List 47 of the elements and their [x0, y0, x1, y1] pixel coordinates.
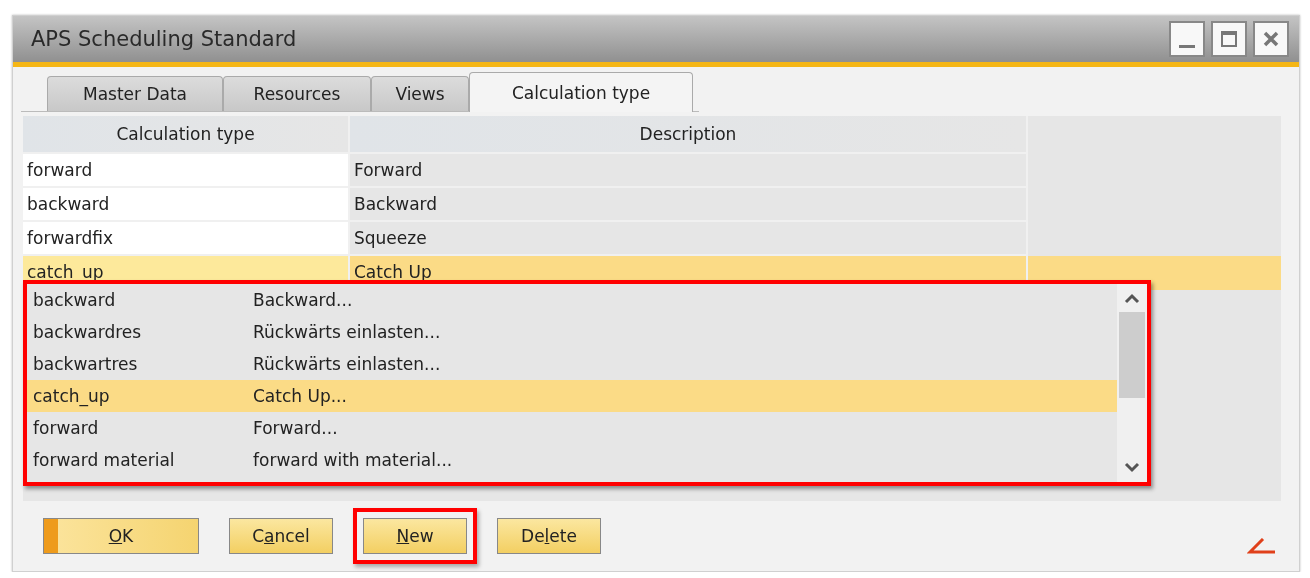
item-description: Rückwärts einlasten... — [253, 354, 441, 374]
tab[interactable]: Master Data — [47, 76, 223, 111]
tab[interactable]: Views — [371, 76, 469, 111]
scroll-thumb[interactable] — [1119, 312, 1145, 398]
item-code: backward — [32, 290, 117, 310]
item-description: forward with material... — [253, 450, 453, 470]
item-code: forward material — [32, 450, 176, 470]
table-row[interactable]: forwardfix Squeeze — [23, 222, 1281, 256]
table-cell: forward — [23, 154, 350, 188]
dialog-button[interactable]: Cancel — [229, 518, 333, 554]
corner-mark-icon — [1247, 538, 1277, 554]
minimize-icon — [1179, 44, 1195, 48]
list-item[interactable]: backwartres Rückwärts einlasten... — [27, 348, 1117, 380]
table-cell: forwardfix — [23, 222, 350, 256]
item-description: Backward... — [253, 290, 353, 310]
item-code: forward — [32, 418, 100, 438]
dialog-button[interactable]: OK — [43, 518, 199, 554]
item-code: backwartres — [32, 354, 139, 374]
table-row[interactable]: backward Backward — [23, 188, 1281, 222]
list-item[interactable]: backwardres Rückwärts einlasten... — [27, 316, 1117, 348]
dialog-button[interactable]: New — [363, 518, 467, 554]
column-header[interactable]: Calculation type — [23, 116, 350, 154]
list-item[interactable]: forward material forward with material... — [27, 444, 1117, 476]
table-cell: Forward — [350, 154, 1028, 188]
list-item[interactable]: forward Forward... — [27, 412, 1117, 444]
table-row[interactable]: forward Forward — [23, 154, 1281, 188]
maximize-icon — [1218, 28, 1240, 50]
column-header[interactable]: Description — [350, 116, 1028, 154]
table-cell: backward — [23, 188, 350, 222]
item-description: Catch Up... — [253, 386, 347, 406]
item-description: Rückwärts einlasten... — [253, 322, 441, 342]
table-cell: Backward — [350, 188, 1028, 222]
minimize-button[interactable] — [1169, 21, 1205, 57]
item-code: backwardres — [32, 322, 143, 342]
window-title: APS Scheduling Standard — [31, 27, 297, 51]
tab[interactable]: Calculation type — [469, 72, 693, 112]
scroll-up-icon[interactable] — [1123, 292, 1141, 304]
maximize-button[interactable] — [1211, 21, 1247, 57]
tab[interactable]: Resources — [223, 76, 371, 111]
table-cell: Squeeze — [350, 222, 1028, 256]
list-item[interactable]: catch_up Catch Up... — [27, 380, 1117, 412]
dialog-button[interactable]: Delete — [497, 518, 601, 554]
item-description: Forward... — [253, 418, 338, 438]
close-button[interactable] — [1253, 21, 1289, 57]
scroll-down-icon[interactable] — [1123, 462, 1141, 474]
item-code: catch_up — [32, 386, 111, 406]
scrollbar[interactable] — [1117, 284, 1147, 482]
